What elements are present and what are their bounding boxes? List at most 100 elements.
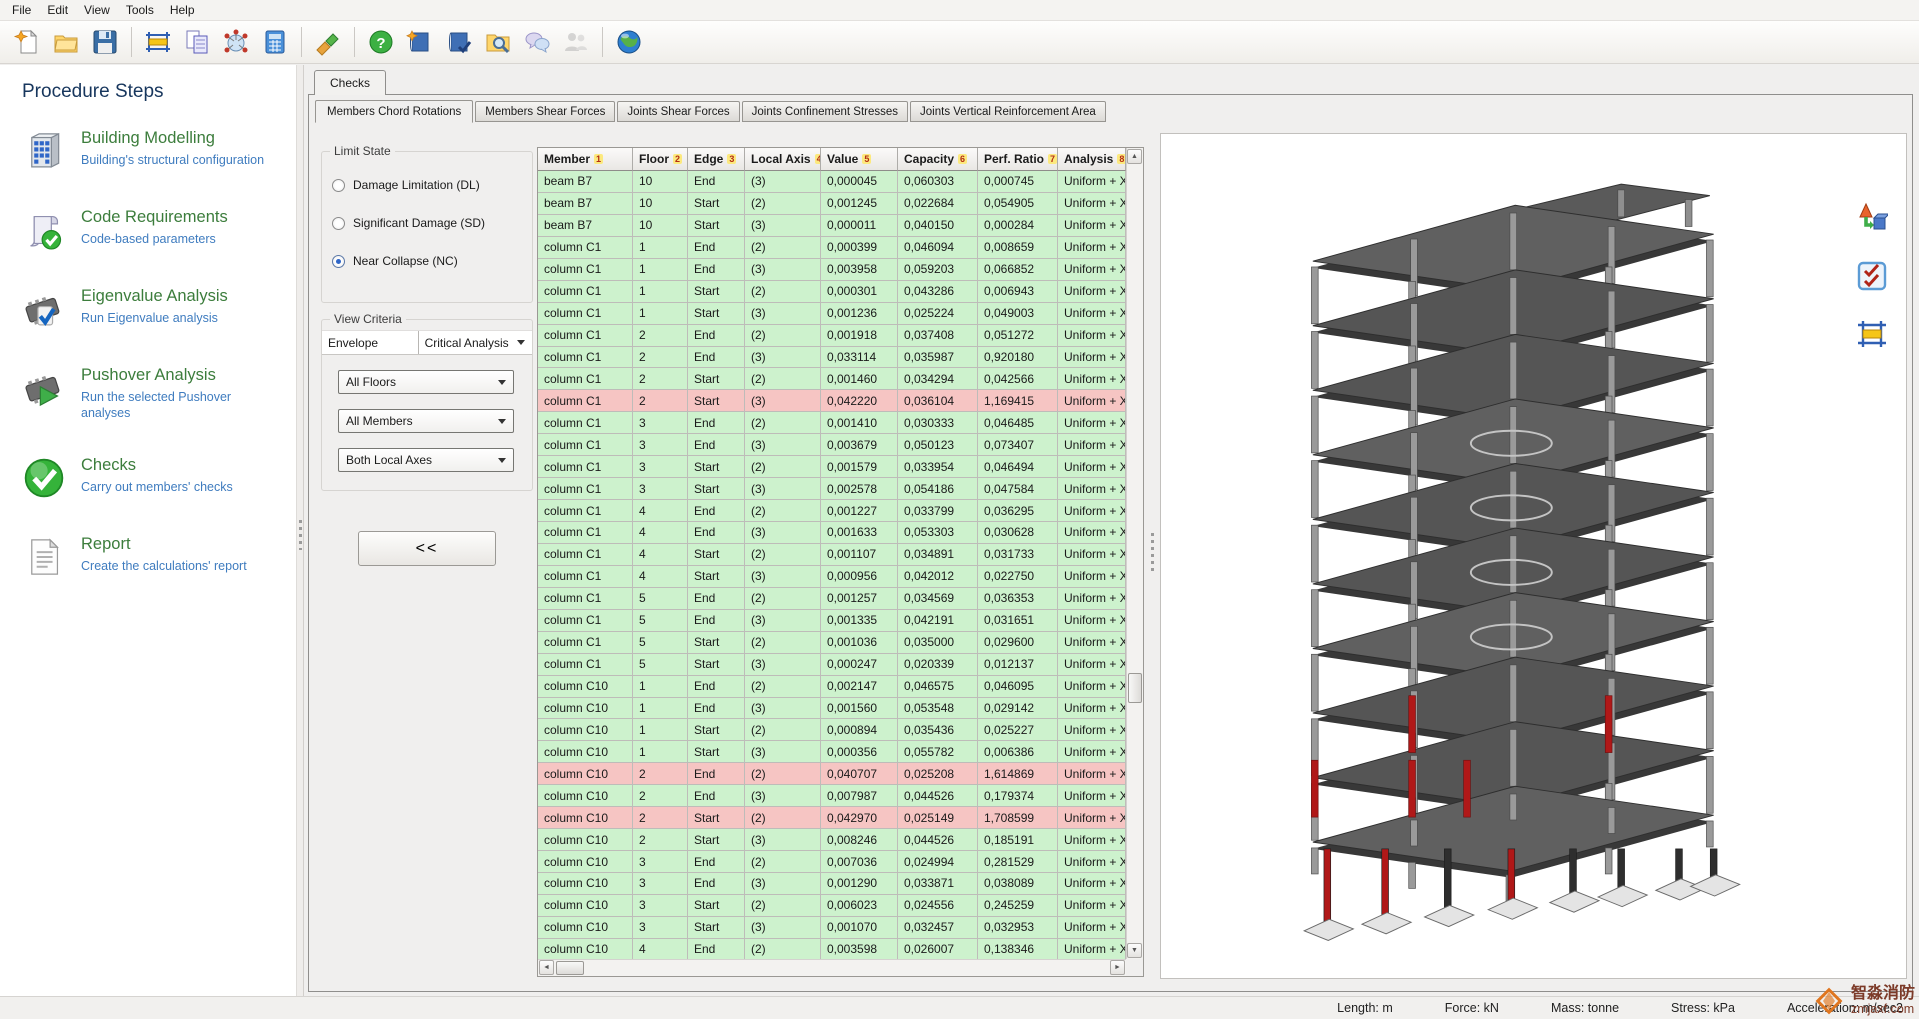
table-row[interactable]: column C10 3 End (2) 0,007036 0,024994 0,28152… bbox=[538, 851, 1143, 873]
table-row[interactable]: column C10 3 Start (3) 0,001070 0,032457 0,032… bbox=[538, 916, 1143, 939]
column-header-member[interactable]: Member 1 bbox=[538, 148, 633, 171]
column-header-analysis[interactable]: Analysis 8 bbox=[1058, 148, 1126, 171]
floors-dropdown[interactable]: All Floors bbox=[338, 370, 514, 394]
menu-tools[interactable]: Tools bbox=[118, 0, 162, 20]
table-row[interactable]: column C10 2 Start (3) 0,008246 0,044526 0,185… bbox=[538, 829, 1143, 852]
table-row[interactable]: column C1 4 Start (3) 0,000956 0,042012 0,0227… bbox=[538, 565, 1143, 588]
radio-circle[interactable] bbox=[332, 254, 345, 268]
model-3d-icon[interactable] bbox=[219, 25, 253, 59]
comments-icon[interactable] bbox=[520, 25, 554, 59]
new-document-icon[interactable] bbox=[10, 25, 44, 59]
vertical-scroll-thumb[interactable] bbox=[1128, 673, 1142, 703]
table-row[interactable]: column C1 5 Start (3) 0,000247 0,020339 0,0121… bbox=[538, 653, 1143, 676]
section-view-icon[interactable] bbox=[1854, 316, 1890, 352]
table-row[interactable]: column C10 2 End (3) 0,007987 0,044526 0,17937… bbox=[538, 785, 1143, 808]
globe-icon[interactable] bbox=[612, 25, 646, 59]
book-new-icon[interactable] bbox=[403, 25, 437, 59]
subtab-joints-vertical-reinforcement-area[interactable]: Joints Vertical Reinforcement Area bbox=[910, 101, 1106, 122]
sidebar-item-report[interactable]: Report Create the calculations' report bbox=[22, 535, 296, 579]
subtab-joints-confinement-stresses[interactable]: Joints Confinement Stresses bbox=[741, 101, 909, 122]
table-row[interactable]: beam B7 10 End (3) 0,000045 0,060303 0,000745 U… bbox=[538, 171, 1143, 193]
spreadsheet-icon[interactable] bbox=[258, 25, 292, 59]
table-row[interactable]: column C1 4 End (3) 0,001633 0,053303 0,030628… bbox=[538, 522, 1143, 544]
column-header-capacity[interactable]: Capacity 6 bbox=[898, 148, 978, 171]
sidebar-splitter[interactable] bbox=[296, 65, 304, 996]
subtab-members-chord-rotations[interactable]: Members Chord Rotations bbox=[315, 100, 474, 123]
horizontal-scroll-thumb[interactable] bbox=[556, 961, 584, 975]
table-row[interactable]: column C1 5 End (2) 0,001257 0,034569 0,036353… bbox=[538, 587, 1143, 610]
radio-damage-limitation[interactable]: Damage Limitation (DL) bbox=[332, 178, 522, 192]
table-row[interactable]: column C10 1 End (2) 0,002147 0,046575 0,04609… bbox=[538, 675, 1143, 698]
column-header-value[interactable]: Value 5 bbox=[821, 148, 898, 171]
table-row[interactable]: column C10 1 Start (3) 0,000356 0,055782 0,006… bbox=[538, 741, 1143, 764]
open-project-icon[interactable] bbox=[49, 25, 83, 59]
table-row[interactable]: column C1 2 Start (2) 0,001460 0,034294 0,0425… bbox=[538, 368, 1143, 391]
table-row[interactable]: column C10 2 End (2) 0,040707 0,025208 1,61486… bbox=[538, 763, 1143, 786]
table-row[interactable]: beam B7 10 Start (2) 0,001245 0,022684 0,05490… bbox=[538, 192, 1143, 215]
menu-edit[interactable]: Edit bbox=[39, 0, 76, 20]
table-row[interactable]: column C1 1 End (2) 0,000399 0,046094 0,008659… bbox=[538, 236, 1143, 259]
table-row[interactable]: beam B7 10 Start (3) 0,000011 0,040150 0,00028… bbox=[538, 214, 1143, 237]
table-row[interactable]: column C10 2 Start (2) 0,042970 0,025149 1,708… bbox=[538, 807, 1143, 830]
menu-help[interactable]: Help bbox=[162, 0, 203, 20]
table-row[interactable]: column C10 1 End (3) 0,001560 0,053548 0,02914… bbox=[538, 697, 1143, 720]
table-row[interactable]: column C10 4 End (2) 0,003598 0,026007 0,13834… bbox=[538, 938, 1143, 961]
table-row[interactable]: column C10 1 Start (2) 0,000894 0,035436 0,025… bbox=[538, 719, 1143, 742]
table-row[interactable]: column C1 5 End (3) 0,001335 0,042191 0,031651… bbox=[538, 609, 1143, 632]
table-row[interactable]: column C1 4 Start (2) 0,001107 0,034891 0,0317… bbox=[538, 543, 1143, 566]
column-header-local-axis[interactable]: Local Axis4 bbox=[745, 148, 821, 171]
table-row[interactable]: column C1 3 End (2) 0,001410 0,030333 0,046485… bbox=[538, 412, 1143, 435]
column-header-floor[interactable]: Floor 2 bbox=[633, 148, 688, 171]
table-row[interactable]: column C1 5 Start (2) 0,001036 0,035000 0,0296… bbox=[538, 631, 1143, 654]
subtab-joints-shear-forces[interactable]: Joints Shear Forces bbox=[617, 101, 740, 122]
scroll-down-button[interactable]: ▼ bbox=[1127, 943, 1142, 958]
members-dropdown[interactable]: All Members bbox=[338, 409, 514, 433]
local-axes-dropdown[interactable]: Both Local Axes bbox=[338, 448, 514, 472]
help-icon[interactable]: ? bbox=[364, 25, 398, 59]
table-row[interactable]: column C1 3 Start (3) 0,002578 0,054186 0,0475… bbox=[538, 478, 1143, 501]
sidebar-item-building-modelling[interactable]: Building Modelling Building's structural… bbox=[22, 129, 296, 173]
subtab-members-shear-forces[interactable]: Members Shear Forces bbox=[475, 101, 616, 122]
column-header-perf-ratio[interactable]: Perf. Ratio 7 bbox=[978, 148, 1058, 171]
folder-search-icon[interactable] bbox=[481, 25, 515, 59]
scroll-up-button[interactable]: ▲ bbox=[1127, 149, 1142, 164]
checks-list-icon[interactable] bbox=[1854, 258, 1890, 294]
column-header-edge[interactable]: Edge 3 bbox=[688, 148, 745, 171]
table-row[interactable]: column C1 1 Start (3) 0,001236 0,025224 0,0490… bbox=[538, 302, 1143, 325]
table-row[interactable]: column C1 2 End (2) 0,001918 0,037408 0,051272… bbox=[538, 324, 1143, 347]
scroll-right-button[interactable]: ► bbox=[1110, 960, 1125, 975]
copy-report-icon[interactable] bbox=[180, 25, 214, 59]
sidebar-item-checks[interactable]: Checks Carry out members' checks bbox=[22, 456, 296, 500]
menu-view[interactable]: View bbox=[76, 0, 118, 20]
sidebar-item-pushover-analysis[interactable]: Pushover Analysis Run the selected Pusho… bbox=[22, 366, 296, 421]
table-row[interactable]: column C10 3 Start (2) 0,006023 0,024556 0,245… bbox=[538, 894, 1143, 917]
sidebar-item-eigenvalue-analysis[interactable]: Eigenvalue Analysis Run Eigenvalue analy… bbox=[22, 287, 296, 331]
deformed-shape-icon[interactable] bbox=[1854, 200, 1890, 236]
horizontal-scrollbar[interactable]: ◄ ► bbox=[538, 959, 1126, 976]
scroll-left-button[interactable]: ◄ bbox=[539, 960, 554, 975]
table-row[interactable]: column C1 1 Start (2) 0,000301 0,043286 0,0069… bbox=[538, 280, 1143, 303]
table-row[interactable]: column C1 3 Start (2) 0,001579 0,033954 0,0464… bbox=[538, 456, 1143, 479]
save-icon[interactable] bbox=[88, 25, 122, 59]
table-row[interactable]: column C1 4 End (2) 0,001227 0,033799 0,036295… bbox=[538, 500, 1143, 522]
table-row[interactable]: column C1 2 End (3) 0,033114 0,035987 0,920180… bbox=[538, 346, 1143, 369]
table-row[interactable]: column C1 3 End (3) 0,003679 0,050123 0,073407… bbox=[538, 434, 1143, 457]
sidebar-item-code-requirements[interactable]: Code Requirements Code-based parameters bbox=[22, 208, 296, 252]
menu-file[interactable]: File bbox=[4, 0, 39, 20]
envelope-selector[interactable]: Envelope Critical Analysis bbox=[322, 330, 532, 355]
vertical-scrollbar[interactable]: ▲ ▼ bbox=[1126, 148, 1143, 959]
section-icon[interactable] bbox=[141, 25, 175, 59]
building-3d-view[interactable] bbox=[1160, 133, 1907, 979]
table-row[interactable]: column C10 3 End (3) 0,001290 0,033871 0,03808… bbox=[538, 873, 1143, 895]
users-icon[interactable] bbox=[559, 25, 593, 59]
table-row[interactable]: column C1 2 Start (3) 0,042220 0,036104 1,1694… bbox=[538, 390, 1143, 413]
tab-checks[interactable]: Checks bbox=[314, 70, 386, 95]
radio-significant-damage[interactable]: Significant Damage (SD) bbox=[332, 216, 522, 230]
building-model-render[interactable] bbox=[1161, 134, 1906, 978]
radio-near-collapse[interactable]: Near Collapse (NC) bbox=[332, 254, 522, 268]
radio-circle[interactable] bbox=[332, 178, 345, 192]
paintbrush-icon[interactable] bbox=[311, 25, 345, 59]
radio-circle[interactable] bbox=[332, 216, 345, 230]
collapse-panel-button[interactable]: << bbox=[358, 531, 496, 566]
book-check-icon[interactable] bbox=[442, 25, 476, 59]
